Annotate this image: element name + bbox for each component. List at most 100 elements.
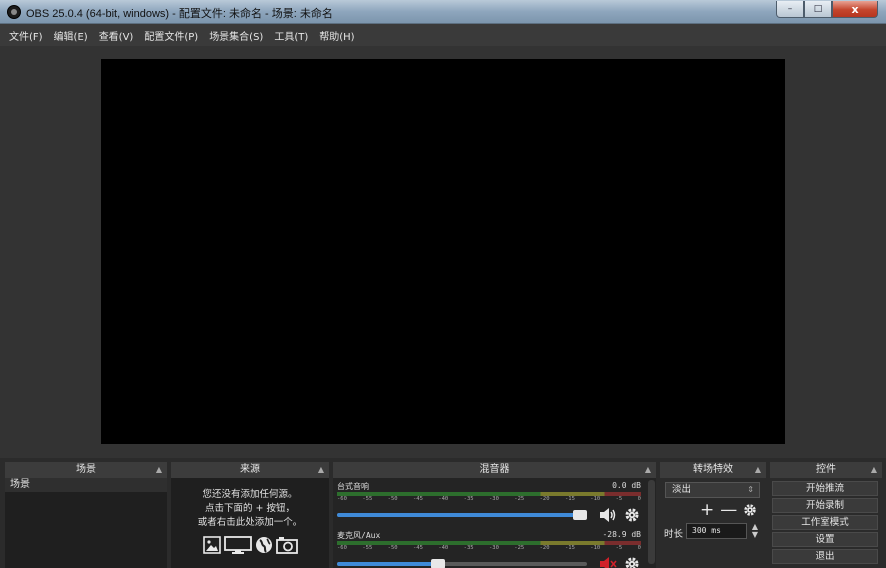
float-dock-icon[interactable]: ▲ (871, 462, 877, 478)
mixer-scrollbar[interactable] (648, 480, 655, 564)
start-streaming-button[interactable]: 开始推流 (772, 481, 878, 496)
transition-select[interactable]: 淡出 ⇕ (665, 482, 760, 498)
menu-tools[interactable]: 工具(T) (274, 28, 308, 43)
sources-dock-title: 来源 (240, 464, 260, 475)
remove-transition-button[interactable]: — (720, 502, 737, 519)
volume-fill (337, 562, 437, 566)
scale-tick: -50 (387, 545, 398, 551)
transitions-dock-title: 转场特效 (693, 464, 733, 475)
float-dock-icon[interactable]: ▲ (156, 462, 162, 478)
menu-scene-collection[interactable]: 场景集合(S) (209, 28, 263, 43)
sources-dock-header: 来源 ▲ (171, 462, 329, 478)
float-dock-icon[interactable]: ▲ (755, 462, 761, 478)
transitions-dock-header: 转场特效 ▲ (660, 462, 766, 478)
gear-icon[interactable] (624, 556, 640, 568)
scale-tick: -35 (463, 496, 474, 502)
sources-hint-line: 您还没有添加任何源。 (202, 489, 298, 500)
exit-button[interactable]: 退出 (772, 549, 878, 564)
scale-tick: -15 (564, 545, 575, 551)
scale-tick: -60 (337, 496, 347, 502)
volume-slider-handle[interactable] (431, 559, 446, 568)
studio-mode-button[interactable]: 工作室模式 (772, 515, 878, 530)
gear-icon[interactable] (624, 507, 640, 523)
duration-spinner[interactable]: ▲ ▼ (749, 523, 761, 539)
duration-label: 时长 (664, 529, 684, 540)
scale-tick: -25 (514, 545, 525, 551)
camera-icon (275, 537, 298, 554)
window-title: OBS 25.0.4 (64-bit, windows) - 配置文件: 未命名… (26, 8, 333, 20)
scenes-dock-title: 场景 (76, 464, 96, 475)
menu-bar: 文件(F) 编辑(E) 查看(V) 配置文件(P) 场景集合(S) 工具(T) … (0, 24, 886, 46)
controls-body: 开始推流 开始录制 工作室模式 设置 退出 (770, 478, 882, 568)
sources-dock: 来源 ▲ 您还没有添加任何源。 点击下面的 + 按钮， 或者右击此处添加一个。 (171, 462, 329, 568)
close-button[interactable]: x (832, 1, 878, 18)
scale-tick: -15 (564, 496, 575, 502)
title-bar[interactable]: OBS 25.0.4 (64-bit, windows) - 配置文件: 未命名… (0, 0, 886, 24)
add-transition-button[interactable]: + (700, 502, 714, 519)
scale-tick: -30 (488, 496, 499, 502)
volume-slider-handle[interactable] (573, 510, 587, 520)
speaker-icon[interactable] (599, 507, 617, 523)
preview-canvas[interactable] (101, 59, 785, 444)
controls-dock: 控件 ▲ 开始推流 开始录制 工作室模式 设置 退出 (770, 462, 882, 568)
sources-list[interactable]: 您还没有添加任何源。 点击下面的 + 按钮， 或者右击此处添加一个。 (171, 478, 329, 568)
volume-slider[interactable] (337, 559, 587, 568)
float-dock-icon[interactable]: ▲ (645, 462, 651, 478)
minimize-button[interactable]: – (776, 1, 804, 18)
scale-tick: -10 (590, 496, 601, 502)
menu-file[interactable]: 文件(F) (9, 28, 43, 43)
scale-tick: -20 (539, 545, 550, 551)
maximize-button[interactable]: □ (804, 1, 832, 18)
preview-area[interactable] (0, 46, 886, 458)
start-recording-button[interactable]: 开始录制 (772, 498, 878, 513)
audio-mixer-dock: 混音器 ▲ 台式音响 0.0 dB -60 -55 -50 -45 -40 -3… (333, 462, 656, 568)
sources-empty-hint: 您还没有添加任何源。 点击下面的 + 按钮， 或者右击此处添加一个。 (171, 478, 329, 554)
globe-icon (255, 537, 272, 553)
float-dock-icon[interactable]: ▲ (318, 462, 324, 478)
sources-hint-line: 点击下面的 + 按钮， (205, 503, 295, 514)
meter-scale: -60 -55 -50 -45 -40 -35 -30 -25 -20 -15 … (337, 545, 641, 553)
sources-hint-line: 或者右击此处添加一个。 (197, 517, 303, 528)
scenes-dock: 场景 ▲ 场景 (5, 462, 167, 568)
scale-tick: -60 (337, 545, 347, 551)
duration-input[interactable]: 300 ms (686, 523, 747, 539)
volume-fill (337, 513, 587, 517)
channel-name: 台式音响 (337, 482, 369, 491)
transitions-dock: 转场特效 ▲ 淡出 ⇕ + — 时长 300 ms ▲ ▼ (660, 462, 766, 568)
scale-tick: -30 (488, 545, 499, 551)
controls-dock-title: 控件 (816, 464, 836, 475)
monitor-icon (223, 536, 252, 554)
scale-tick: -10 (590, 545, 601, 551)
menu-profile[interactable]: 配置文件(P) (144, 28, 198, 43)
scale-tick: 0 (637, 545, 641, 551)
controls-dock-header: 控件 ▲ (770, 462, 882, 478)
scenes-list[interactable]: 场景 (5, 478, 167, 568)
menu-view[interactable]: 查看(V) (99, 28, 134, 43)
speaker-muted-icon[interactable] (599, 556, 617, 568)
menu-help[interactable]: 帮助(H) (319, 28, 354, 43)
scale-tick: -45 (412, 545, 423, 551)
scale-tick: -45 (412, 496, 423, 502)
mixer-dock-title: 混音器 (479, 464, 510, 475)
scale-tick: -55 (362, 496, 373, 502)
channel-db: 0.0 dB (612, 481, 641, 490)
scale-tick: -40 (438, 496, 449, 502)
settings-button[interactable]: 设置 (772, 532, 878, 547)
channel-db: -28.9 dB (602, 530, 641, 539)
scale-tick: -55 (362, 545, 373, 551)
gear-icon[interactable] (743, 503, 757, 517)
mixer-body: 台式音响 0.0 dB -60 -55 -50 -45 -40 -35 -30 … (333, 478, 656, 568)
scale-tick: -5 (615, 496, 623, 502)
menu-edit[interactable]: 编辑(E) (54, 28, 88, 43)
scale-tick: -50 (387, 496, 398, 502)
scene-item[interactable]: 场景 (5, 478, 167, 492)
scenes-dock-header: 场景 ▲ (5, 462, 167, 478)
mixer-dock-header: 混音器 ▲ (333, 462, 656, 478)
volume-slider[interactable] (337, 510, 587, 520)
meter-scale: -60 -55 -50 -45 -40 -35 -30 -25 -20 -15 … (337, 496, 641, 504)
scale-tick: -35 (463, 545, 474, 551)
transitions-body: 淡出 ⇕ + — 时长 300 ms ▲ ▼ (660, 478, 766, 568)
scale-tick: -20 (539, 496, 550, 502)
chevron-updown-icon: ⇕ (747, 485, 754, 494)
transition-select-value: 淡出 (672, 484, 692, 495)
